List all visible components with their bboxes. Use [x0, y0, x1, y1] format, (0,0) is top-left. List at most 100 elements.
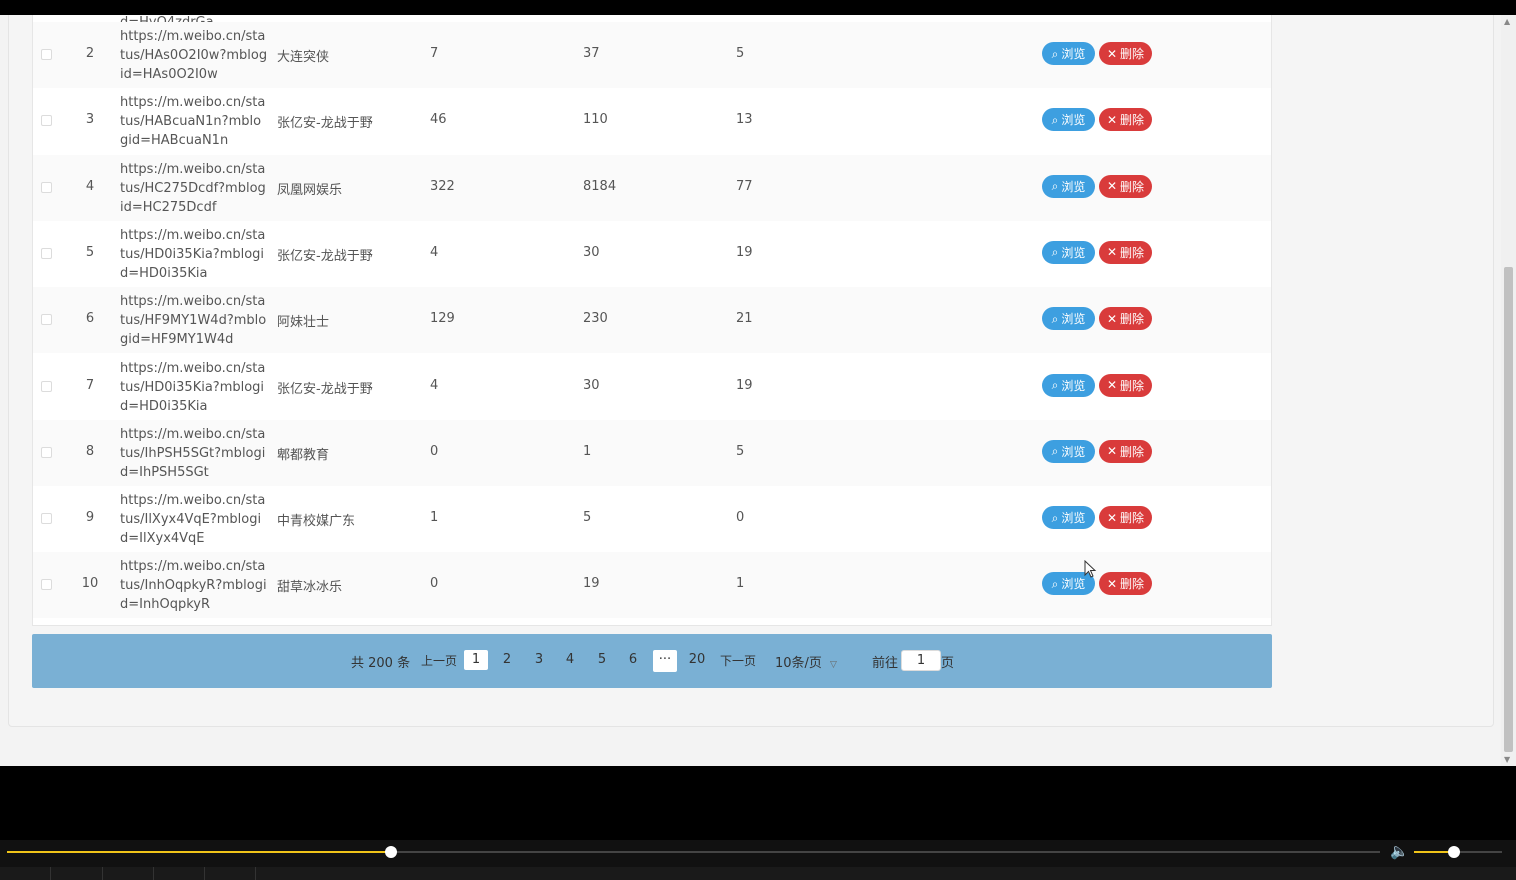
close-icon: ✕: [1106, 112, 1118, 127]
page-6-button[interactable]: 6: [621, 652, 645, 667]
search-icon: ⌕: [1051, 112, 1059, 127]
page-5-button[interactable]: 5: [590, 652, 614, 667]
delete-button[interactable]: ✕ 删除: [1099, 307, 1152, 331]
delete-button[interactable]: ✕ 删除: [1099, 506, 1152, 530]
count-cell-3: 0: [736, 510, 745, 526]
search-icon: ⌕: [1051, 378, 1059, 392]
progress-track[interactable]: [7, 846, 1380, 858]
close-icon: ✕: [1106, 46, 1118, 61]
url-cell: https://m.weibo.cn/status/InhOqpkyR?mblo…: [120, 559, 267, 613]
pagination-bar: 共 200 条 上一页 1 2 3 4 5 6 ··· 20 下一页 10条/页…: [32, 634, 1272, 688]
taskbar-strip: [0, 867, 1516, 880]
view-label: 浏览: [1061, 577, 1086, 592]
mouse-cursor-icon: [1084, 560, 1097, 578]
goto-unit: 页: [941, 656, 955, 671]
delete-button[interactable]: ✕ 删除: [1099, 240, 1152, 264]
row-checkbox[interactable]: [41, 247, 52, 259]
scrollbar-thumb[interactable]: [1504, 267, 1513, 752]
row-index: 2: [85, 46, 95, 61]
row-index: 9: [85, 510, 95, 526]
view-button[interactable]: ⌕ 浏览: [1042, 108, 1095, 132]
page-size-value: 10条/页: [775, 656, 822, 671]
view-label: 浏览: [1061, 179, 1086, 194]
count-cell-2: 8184: [583, 178, 617, 194]
goto-page-input[interactable]: [901, 650, 941, 671]
delete-button[interactable]: ✕ 删除: [1099, 439, 1152, 463]
row-index: 4: [85, 178, 95, 194]
author-cell: 甜草冰冰乐: [277, 580, 343, 596]
url-cell: https://m.weibo.cn/status/HF9MY1W4d?mblo…: [120, 294, 267, 348]
count-cell-2: 30: [583, 377, 600, 393]
delete-button[interactable]: ✕ 删除: [1099, 174, 1152, 198]
row-checkbox[interactable]: [41, 380, 52, 392]
table-row: 3 https://m.weibo.cn/status/HABcuaN1n?mbl…: [33, 88, 1271, 155]
row-checkbox[interactable]: [41, 446, 52, 458]
page-2-button[interactable]: 2: [495, 652, 519, 667]
count-cell-3: 5: [736, 46, 745, 61]
row-checkbox[interactable]: [41, 579, 52, 591]
row-index: 7: [85, 377, 95, 393]
count-cell-2: 30: [583, 244, 600, 260]
row-checkbox[interactable]: [41, 49, 52, 60]
page-scrollbar[interactable]: ▲ ▼: [1501, 15, 1516, 766]
view-button[interactable]: ⌕ 浏览: [1042, 439, 1095, 463]
page-1-button[interactable]: 1: [464, 650, 488, 670]
view-button[interactable]: ⌕ 浏览: [1042, 373, 1095, 397]
row-checkbox[interactable]: [41, 115, 52, 127]
progress-fill: [7, 851, 392, 853]
delete-button[interactable]: ✕ 删除: [1099, 373, 1152, 397]
row-checkbox[interactable]: [41, 513, 52, 525]
delete-button[interactable]: ✕ 删除: [1099, 572, 1152, 596]
video-player-bar: 🔈: [0, 840, 1516, 880]
row-index: 8: [85, 443, 95, 459]
count-cell-3: 19: [736, 244, 753, 260]
row-checkbox[interactable]: [41, 181, 52, 193]
author-cell: 张亿安-龙战于野: [277, 248, 373, 264]
view-button[interactable]: ⌕ 浏览: [1042, 307, 1095, 331]
page-3-button[interactable]: 3: [527, 652, 551, 667]
volume-icon[interactable]: 🔈: [1390, 842, 1409, 860]
table-row: 2 https://m.weibo.cn/status/HAs0O2I0w?mbl…: [33, 22, 1271, 88]
row-checkbox[interactable]: [41, 314, 52, 326]
view-label: 浏览: [1061, 378, 1086, 393]
page-4-button[interactable]: 4: [558, 652, 582, 667]
scroll-up-icon[interactable]: ▲: [1504, 17, 1510, 26]
count-cell-1: 0: [430, 443, 439, 459]
view-button[interactable]: ⌕ 浏览: [1042, 506, 1095, 530]
scroll-down-icon[interactable]: ▼: [1504, 755, 1510, 764]
count-cell-1: 1: [430, 510, 439, 526]
delete-button[interactable]: ✕ 删除: [1099, 42, 1152, 65]
view-button[interactable]: ⌕ 浏览: [1042, 174, 1095, 198]
count-cell-3: 77: [736, 178, 753, 194]
delete-label: 删除: [1120, 511, 1145, 526]
progress-handle[interactable]: [385, 846, 398, 858]
author-cell: 阿妹壮士: [277, 315, 330, 331]
table-row: 6 https://m.weibo.cn/status/HF9MY1W4d?mbl…: [33, 287, 1271, 354]
author-cell: 大连突侠: [277, 50, 330, 65]
prev-page-button[interactable]: 上一页: [421, 652, 457, 669]
next-page-button[interactable]: 下一页: [720, 652, 756, 669]
close-icon: ✕: [1106, 576, 1118, 591]
search-icon: ⌕: [1051, 311, 1059, 326]
volume-handle[interactable]: [1447, 846, 1460, 858]
page-ellipsis-button[interactable]: ···: [653, 650, 677, 672]
page-size-select[interactable]: 10条/页 ▽: [775, 652, 837, 671]
volume-slider[interactable]: [1414, 846, 1502, 858]
delete-label: 删除: [1120, 312, 1145, 327]
table-row: 8 https://m.weibo.cn/status/IhPSH5SGt?mbl…: [33, 419, 1271, 486]
delete-label: 删除: [1120, 179, 1145, 194]
table-row: 7 https://m.weibo.cn/status/HD0i35Kia?mbl…: [33, 353, 1271, 420]
view-button[interactable]: ⌕ 浏览: [1042, 42, 1095, 65]
view-button[interactable]: ⌕ 浏览: [1042, 240, 1095, 264]
delete-label: 删除: [1120, 245, 1145, 260]
close-icon: ✕: [1106, 510, 1118, 525]
search-icon: ⌕: [1051, 510, 1059, 525]
delete-label: 删除: [1120, 113, 1145, 128]
delete-button[interactable]: ✕ 删除: [1099, 108, 1152, 132]
author-cell: 张亿安-龙战于野: [277, 116, 373, 132]
delete-label: 删除: [1120, 47, 1145, 61]
count-cell-1: 4: [430, 377, 439, 393]
page-20-button[interactable]: 20: [685, 652, 709, 667]
total-count: 共 200 条: [351, 656, 411, 671]
browser-viewport: d=HyQ4zdrGa 2https://m.weibo.cn/status/H…: [0, 15, 1516, 766]
